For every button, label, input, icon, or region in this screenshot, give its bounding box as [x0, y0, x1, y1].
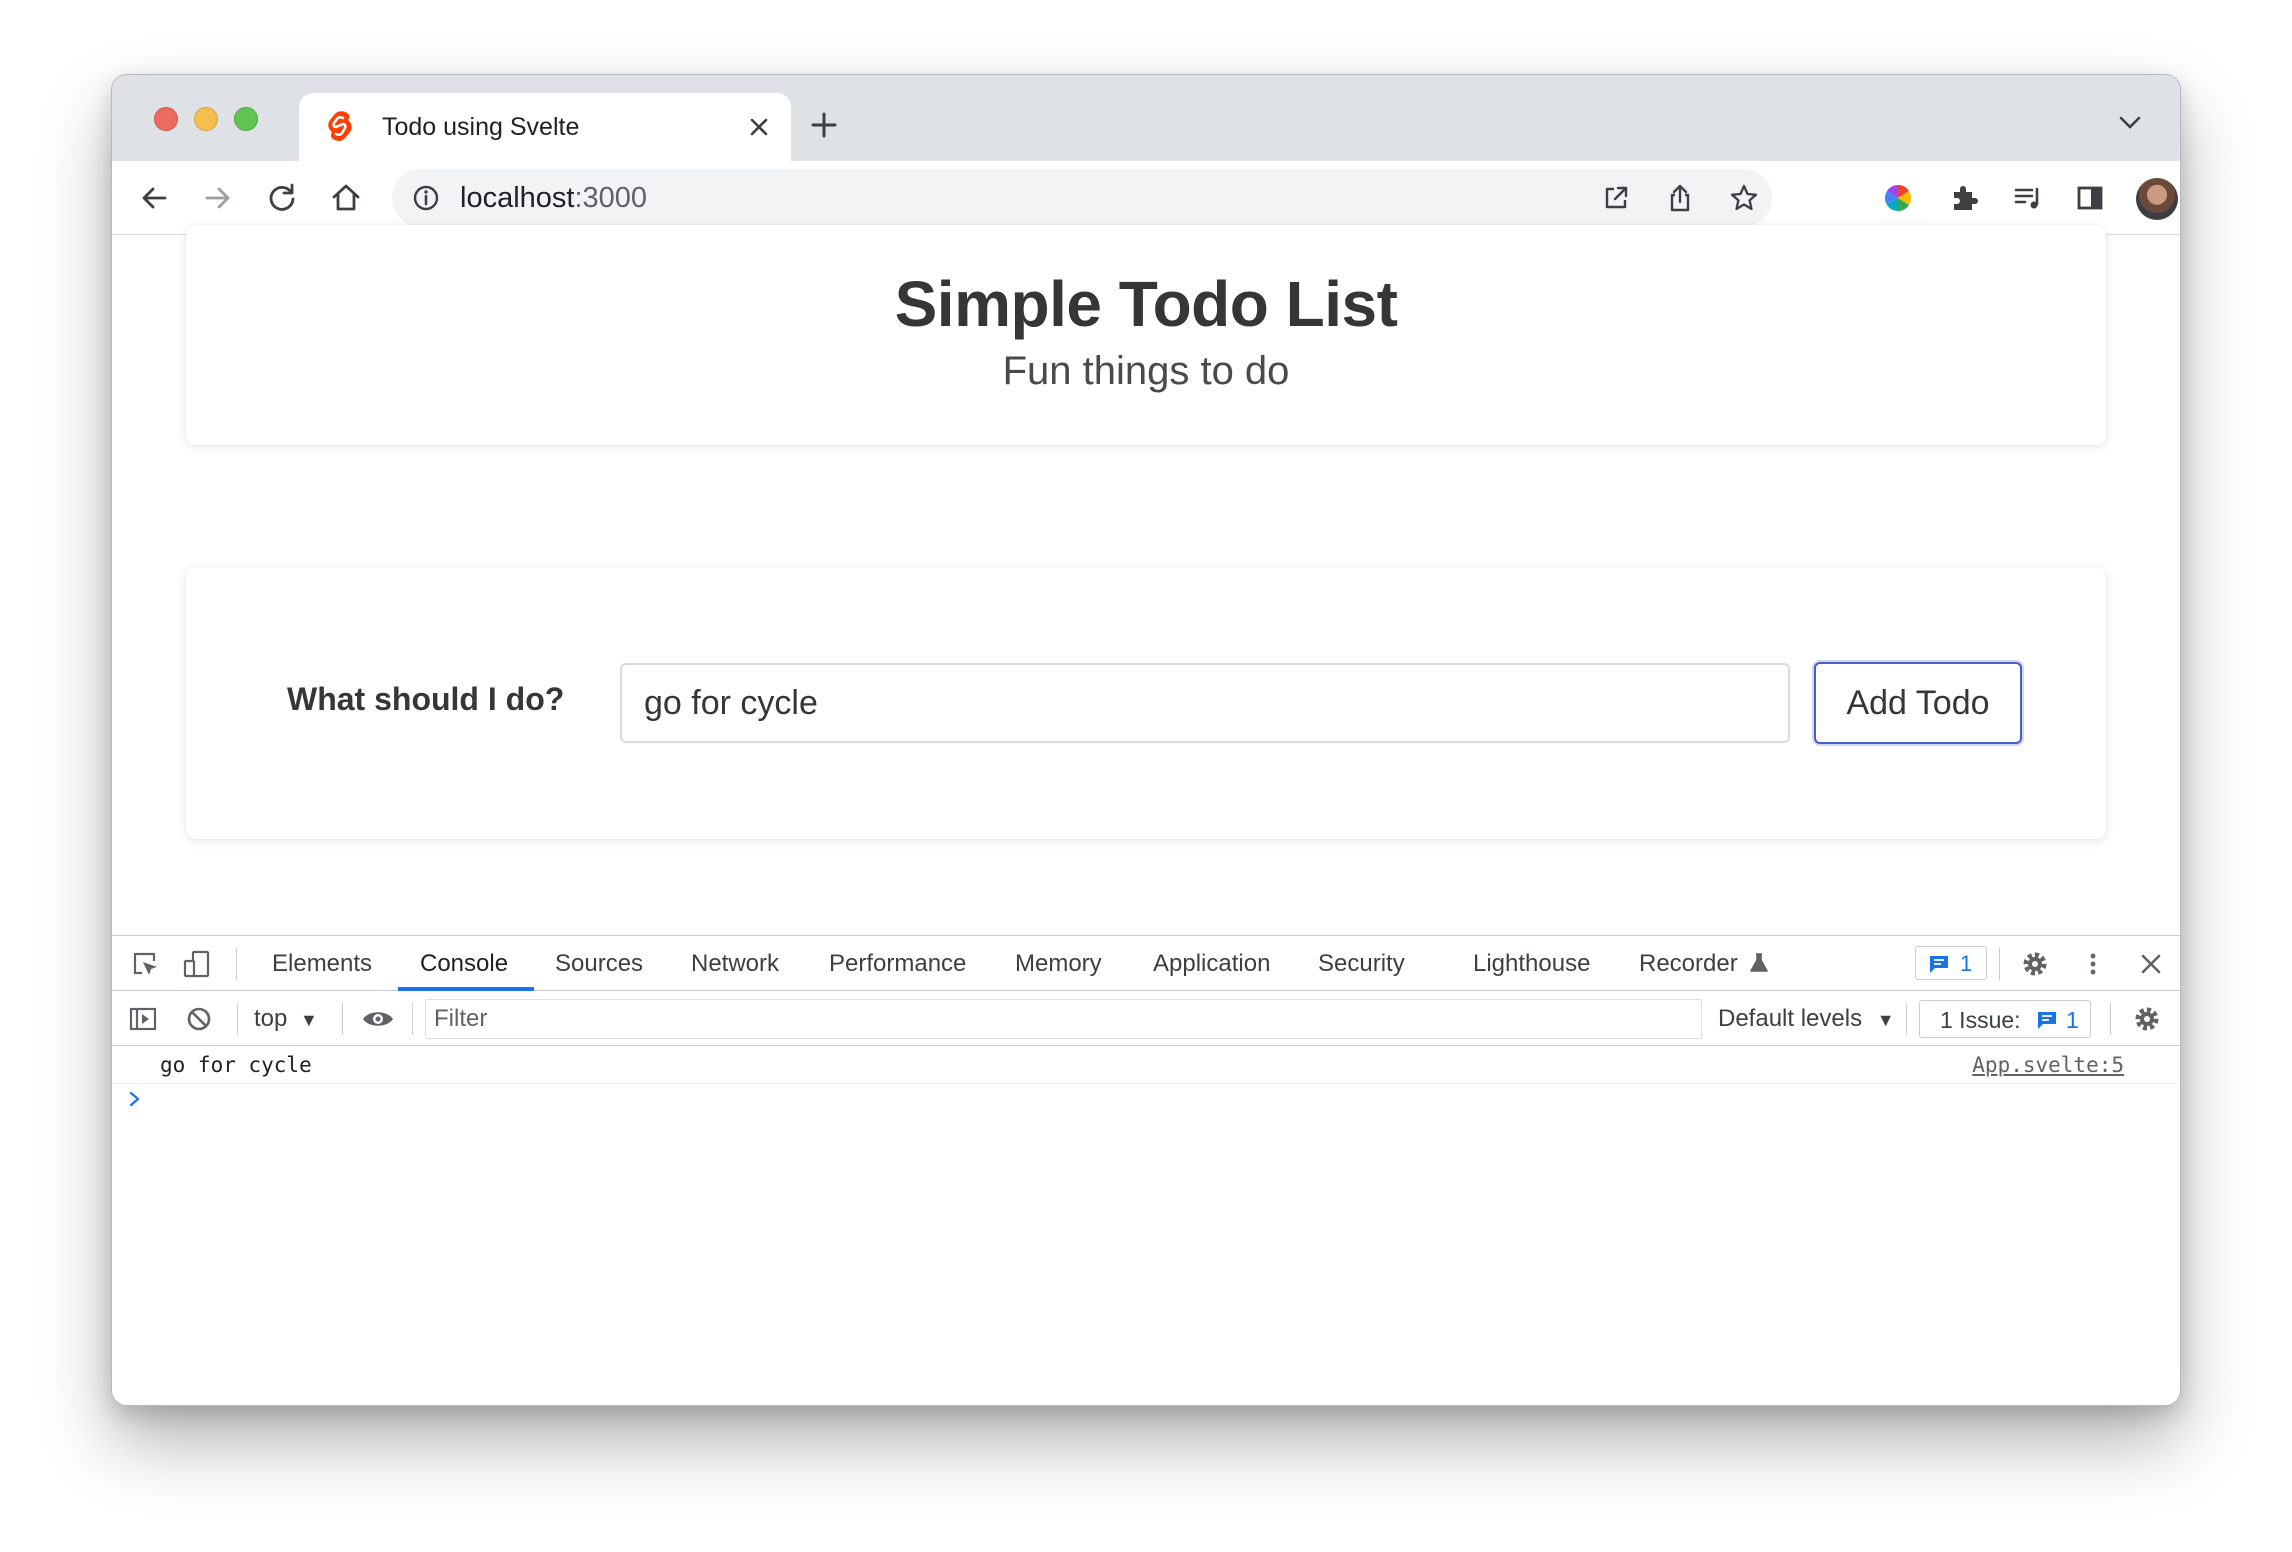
devtools-more-icon[interactable]	[2078, 949, 2108, 979]
minimize-window-button[interactable]	[194, 107, 218, 131]
tab-performance[interactable]: Performance	[829, 936, 966, 991]
todo-input[interactable]	[620, 663, 1790, 743]
devtools-tab-bar: Elements Console Sources Network Perform…	[112, 936, 2180, 991]
console-settings-gear-icon[interactable]	[2132, 1004, 2162, 1034]
extensions-puzzle-icon[interactable]	[1946, 180, 1982, 216]
hero-card: Simple Todo List Fun things to do	[186, 225, 2106, 445]
console-message-row: go for cycle App.svelte:5	[112, 1046, 2180, 1084]
issues-label: 1 Issue:	[1940, 1007, 2021, 1033]
url-text: localhost:3000	[460, 169, 647, 227]
page-viewport: Simple Todo List Fun things to do What s…	[112, 225, 2180, 935]
console-prompt-chevron-icon[interactable]	[128, 1090, 142, 1108]
context-dropdown-icon: ▼	[300, 1010, 318, 1030]
console-source-link[interactable]: App.svelte:5	[1972, 1053, 2124, 1077]
inspect-element-icon[interactable]	[130, 949, 160, 979]
page-title: Simple Todo List	[894, 268, 1398, 340]
todo-form-card: What should I do? Add Todo	[186, 567, 2106, 839]
message-icon	[1930, 956, 1948, 973]
add-todo-button[interactable]: Add Todo	[1814, 662, 2022, 744]
context-select[interactable]: top ▼	[254, 991, 318, 1046]
log-levels-select[interactable]: Default levels ▼	[1718, 991, 1895, 1046]
tab-recorder[interactable]: Recorder	[1639, 936, 1738, 991]
zoom-window-button[interactable]	[234, 107, 258, 131]
site-info-icon[interactable]	[412, 184, 440, 212]
tab-todo-using-svelte[interactable]: Todo using Svelte	[299, 93, 791, 161]
console-messages-count: 1	[1960, 951, 1973, 976]
device-toolbar-icon[interactable]	[182, 949, 212, 979]
address-bar[interactable]: localhost:3000	[392, 169, 1772, 227]
tab-lighthouse[interactable]: Lighthouse	[1473, 936, 1590, 991]
log-levels-label: Default levels	[1718, 1005, 1863, 1032]
context-select-value: top	[254, 1005, 288, 1032]
console-filter-bar: top ▼ Default levels ▼ 1 Issue:	[112, 991, 2180, 1046]
issues-counter-button[interactable]: 1 Issue: 1	[1919, 1000, 2091, 1038]
media-control-icon[interactable]	[2010, 180, 2046, 216]
console-filter-input[interactable]	[425, 999, 1702, 1039]
tab-elements[interactable]: Elements	[272, 936, 372, 991]
levels-dropdown-icon: ▼	[1876, 1010, 1895, 1030]
page-subtitle: Fun things to do	[1002, 349, 1290, 393]
tab-memory[interactable]: Memory	[1015, 936, 1102, 991]
bookmark-star-icon[interactable]	[1728, 182, 1760, 214]
devtools-separator	[1999, 948, 2000, 980]
tab-console[interactable]: Console	[420, 936, 508, 991]
reload-icon[interactable]	[264, 180, 300, 216]
devtools-separator	[236, 948, 237, 980]
url-host: localhost	[460, 182, 575, 214]
new-tab-icon[interactable]	[808, 109, 840, 141]
tab-search-chevron-icon[interactable]	[2118, 115, 2142, 131]
profile-avatar[interactable]	[2136, 178, 2178, 220]
clear-console-icon[interactable]	[184, 1004, 214, 1034]
side-panel-icon[interactable]	[2072, 180, 2108, 216]
browser-window: Todo using Svelte localhost:3000 Simple …	[111, 74, 2181, 1406]
close-devtools-icon[interactable]	[2136, 949, 2166, 979]
color-picker-extension-icon[interactable]	[1880, 180, 1916, 216]
devtools-separator	[237, 1003, 238, 1035]
close-window-button[interactable]	[154, 107, 178, 131]
tab-strip: Todo using Svelte	[112, 75, 2180, 161]
home-icon[interactable]	[328, 180, 364, 216]
issue-message-icon	[2038, 1012, 2056, 1029]
experimental-flask-icon	[1750, 953, 1768, 972]
tab-sources[interactable]: Sources	[555, 936, 643, 991]
screenshot-stage: Todo using Svelte localhost:3000 Simple …	[0, 0, 2292, 1552]
live-expression-eye-icon[interactable]	[360, 1004, 396, 1034]
browser-toolbar: localhost:3000	[112, 161, 2180, 235]
close-tab-icon[interactable]	[747, 115, 771, 139]
devtools-panel: Elements Console Sources Network Perform…	[112, 935, 2180, 1405]
console-output: go for cycle App.svelte:5	[112, 1046, 2180, 1405]
show-sidebar-icon[interactable]	[128, 1004, 158, 1034]
share-icon[interactable]	[1664, 182, 1696, 214]
tab-title: Todo using Svelte	[382, 113, 580, 141]
forward-arrow-icon[interactable]	[200, 180, 236, 216]
tab-network[interactable]: Network	[691, 936, 779, 991]
url-port: :3000	[574, 182, 648, 214]
svelte-logo-icon	[328, 111, 352, 141]
devtools-separator	[2110, 1003, 2111, 1035]
console-messages-badge[interactable]: 1	[1915, 946, 1987, 980]
devtools-separator	[412, 1003, 413, 1035]
back-arrow-icon[interactable]	[136, 180, 172, 216]
tab-application[interactable]: Application	[1153, 936, 1270, 991]
devtools-settings-gear-icon[interactable]	[2020, 949, 2050, 979]
todo-input-label: What should I do?	[287, 681, 565, 717]
devtools-separator	[342, 1003, 343, 1035]
issues-count: 1	[2066, 1007, 2079, 1033]
tab-security[interactable]: Security	[1318, 936, 1405, 991]
console-message-text: go for cycle	[160, 1053, 312, 1077]
devtools-separator	[1906, 1003, 1907, 1035]
open-in-new-window-icon[interactable]	[1600, 182, 1632, 214]
